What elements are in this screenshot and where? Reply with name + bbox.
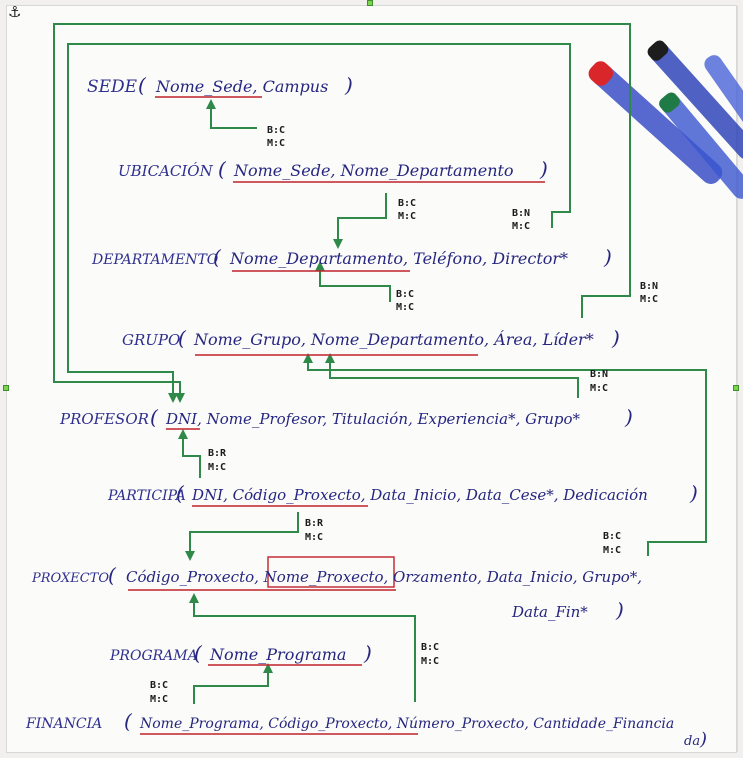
relation-departamento: DEPARTAMENTO ( Nome_Departamento, Teléfo… <box>91 245 612 269</box>
relational-schema-diagram: SEDE ( Nome_Sede, Campus ) UBICACIÓN ( N… <box>25 23 743 750</box>
connector-ubicacion-sede <box>206 99 257 129</box>
cardinality-label: B:C <box>267 125 285 136</box>
svg-text:): ) <box>603 245 612 269</box>
cardinality-label: B:C <box>421 642 439 653</box>
connector-participa-proxecto <box>185 512 299 561</box>
cardinality-label: B:C <box>603 531 621 542</box>
relation-participa: PARTICIPA ( DNI, Código_Proxecto, Data_I… <box>107 481 698 505</box>
pens-illustration <box>588 40 743 199</box>
svg-text:(: ( <box>178 326 187 350</box>
relation-proxecto-attrs-line2: Data_Fin* <box>511 603 588 621</box>
svg-text:): ) <box>624 405 633 429</box>
cardinality-label: B:N <box>512 208 530 219</box>
relation-programa: PROGRAMA ( Nome_Programa ) <box>109 641 372 665</box>
relation-programa-attrs: Nome_Programa <box>209 645 346 664</box>
relation-grupo: GRUPO ( Nome_Grupo, Nome_Departamento, Á… <box>122 326 620 350</box>
svg-text:(: ( <box>124 709 133 733</box>
connector-financia-programa <box>193 663 273 704</box>
svg-text:): ) <box>689 481 698 505</box>
relation-profesor-name: PROFESOR <box>59 410 149 428</box>
cardinality-label: M:C <box>512 221 530 232</box>
relation-programa-name: PROGRAMA <box>109 648 198 664</box>
svg-text:(: ( <box>213 245 222 269</box>
relation-sede-attrs: Nome_Sede, Campus <box>155 77 328 96</box>
relation-ubicacion-attrs: Nome_Sede, Nome_Departamento <box>233 161 514 180</box>
relation-departamento-attrs: Nome_Departamento, Teléfono, Director* <box>229 249 568 268</box>
relation-participa-name: PARTICIPA <box>107 488 186 504</box>
cardinality-label: M:C <box>603 545 621 556</box>
relation-ubicacion-name: UBICACIÓN <box>118 162 214 180</box>
cardinality-label: B:C <box>150 680 168 691</box>
relation-financia-attrs-line2: da <box>684 734 700 749</box>
cardinality-label: B:R <box>305 518 324 529</box>
cardinality-label: B:N <box>590 369 608 380</box>
relation-proxecto: PROXECTO ( Código_Proxecto, Nome_Proxect… <box>31 563 642 622</box>
connector-participa-profesor <box>178 429 201 478</box>
svg-text:): ) <box>611 326 620 350</box>
connector-ubicacion-departamento <box>333 193 387 249</box>
relation-financia-name: FINANCIA <box>25 716 102 732</box>
cardinality-label: M:C <box>208 462 226 473</box>
svg-text:(: ( <box>194 641 203 665</box>
relation-proxecto-name: PROXECTO <box>31 571 109 586</box>
svg-text:): ) <box>344 73 353 97</box>
relation-profesor-attrs: DNI, Nome_Profesor, Titulación, Experien… <box>165 410 581 428</box>
cardinality-label: M:C <box>398 211 416 222</box>
svg-text:): ) <box>699 729 707 750</box>
svg-text:(: ( <box>176 481 185 505</box>
relation-grupo-attrs: Nome_Grupo, Nome_Departamento, Área, Líd… <box>193 329 594 349</box>
cardinality-label: B:C <box>396 289 414 300</box>
cardinality-label: M:C <box>305 532 323 543</box>
relation-financia-attrs: Nome_Programa, Código_Proxecto, Número_P… <box>139 716 674 732</box>
svg-text:): ) <box>363 641 372 665</box>
relation-sede-name: SEDE <box>87 77 138 97</box>
cardinality-label: M:C <box>150 694 168 705</box>
cardinality-label: B:C <box>398 198 416 209</box>
relation-departamento-name: DEPARTAMENTO <box>91 252 219 268</box>
relation-participa-attrs: DNI, Código_Proxecto, Data_Inicio, Data_… <box>191 486 648 504</box>
relation-profesor: PROFESOR ( DNI, Nome_Profesor, Titulació… <box>59 405 633 429</box>
connector-lines <box>53 23 707 704</box>
cardinality-label: M:C <box>421 656 439 667</box>
relation-sede: SEDE ( Nome_Sede, Campus ) <box>87 73 353 97</box>
cardinality-label: B:N <box>640 281 658 292</box>
cardinality-label: M:C <box>640 294 658 305</box>
cardinality-label: M:C <box>396 302 414 313</box>
relation-proxecto-attrs: Código_Proxecto, Nome_Proxecto, Orzament… <box>126 568 642 586</box>
svg-text:(: ( <box>218 157 227 181</box>
svg-text:): ) <box>615 598 624 622</box>
relation-grupo-name: GRUPO <box>122 331 180 349</box>
connector-grupo-profesor <box>325 353 579 398</box>
svg-text:): ) <box>539 157 548 181</box>
svg-text:(: ( <box>138 73 147 97</box>
svg-text:(: ( <box>150 405 159 429</box>
relation-financia: FINANCIA ( Nome_Programa, Código_Proxect… <box>25 709 707 750</box>
cardinality-label: M:C <box>590 383 608 394</box>
cardinality-label: B:R <box>208 448 227 459</box>
cardinality-label: M:C <box>267 138 285 149</box>
connector-proxecto-grupo <box>303 353 707 556</box>
relation-ubicacion: UBICACIÓN ( Nome_Sede, Nome_Departamento… <box>118 157 548 181</box>
svg-text:(: ( <box>108 563 117 587</box>
